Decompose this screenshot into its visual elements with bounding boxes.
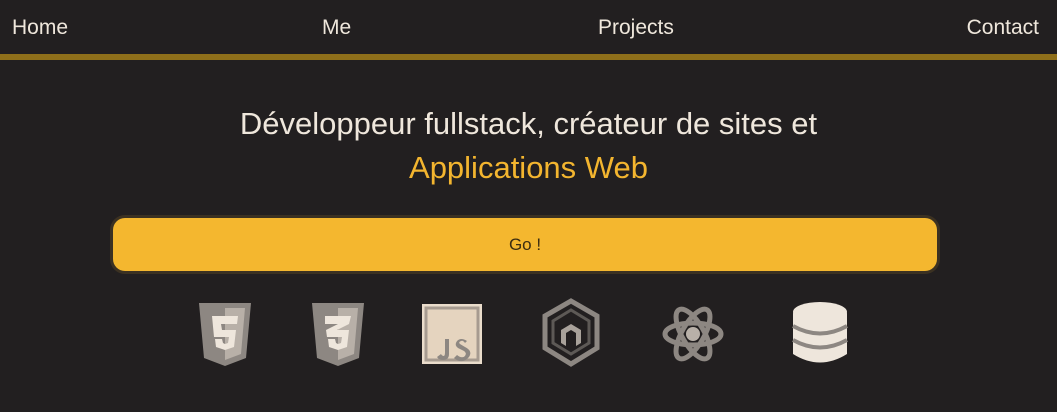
css3-icon <box>303 296 373 372</box>
nav-projects-link[interactable]: Projects <box>598 16 674 40</box>
database-icon <box>785 296 855 372</box>
html5-icon <box>190 296 260 372</box>
hero-section: Développeur fullstack, créateur de sites… <box>0 103 1057 189</box>
hero-title-line: Développeur fullstack, créateur de sites… <box>239 106 818 141</box>
portfolio-page: Home Me Projects Contact Développeur ful… <box>0 0 1057 412</box>
technology-icons <box>0 296 1057 376</box>
nav-home-link[interactable]: Home <box>12 16 68 40</box>
go-button[interactable]: Go ! <box>113 218 937 271</box>
nav-me-link[interactable]: Me <box>322 16 351 40</box>
navigation-divider <box>0 54 1057 60</box>
nodejs-icon <box>536 296 606 372</box>
hero-accent-title: Applications Web <box>409 150 648 185</box>
react-icon <box>658 296 728 372</box>
top-navigation: Home Me Projects Contact <box>0 0 1057 58</box>
nav-contact-link[interactable]: Contact <box>967 16 1039 40</box>
javascript-icon <box>417 296 487 372</box>
